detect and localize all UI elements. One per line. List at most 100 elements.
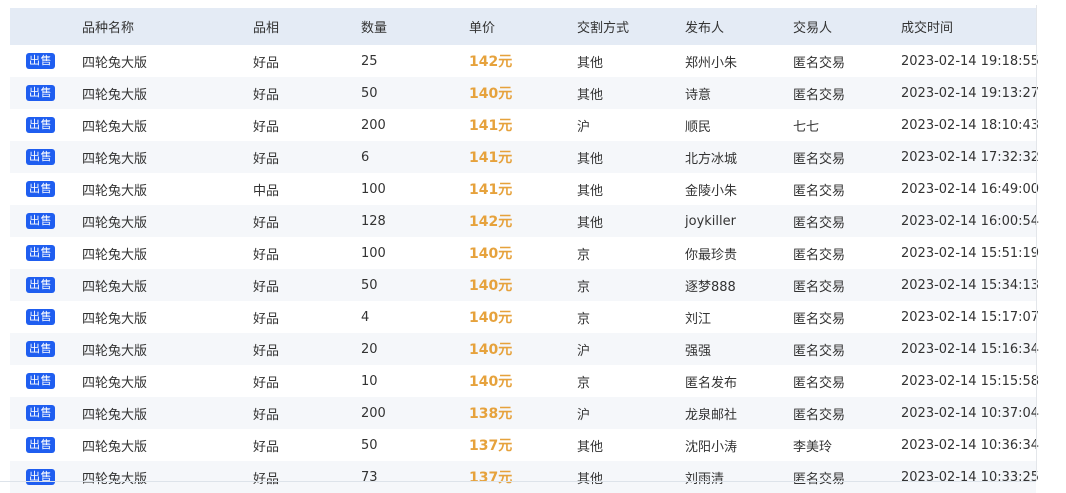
row-delivery: 其他: [577, 439, 604, 455]
row-action: 出售: [26, 77, 55, 109]
row-name: 四轮兔大版: [82, 183, 148, 199]
sell-badge[interactable]: 出售: [26, 405, 55, 421]
row-grade: 好品: [253, 119, 280, 135]
trade-records-table: 品种名称 品相 数量 单价 交割方式 发布人 交易人 成交时间 出售 四轮兔大版好…: [10, 8, 1040, 493]
table-row[interactable]: 出售 四轮兔大版 好品 10 140元 京 匿名发布 匿名交易 2023-02-14 15:15…: [10, 365, 1039, 397]
row-qty: 200: [361, 117, 386, 133]
header-time: 成交时间: [901, 21, 954, 36]
row-delivery: 沪: [577, 407, 591, 423]
row-price: 141元: [469, 118, 513, 134]
row-delivery: 其他: [577, 471, 604, 487]
row-grade: 好品: [253, 343, 280, 359]
sell-badge[interactable]: 出售: [26, 245, 55, 261]
row-action: 出售: [26, 429, 55, 461]
row-delivery: 其他: [577, 183, 604, 199]
sell-badge[interactable]: 出售: [26, 341, 55, 357]
row-trader: 匿名交易: [793, 279, 846, 295]
sell-badge[interactable]: 出售: [26, 53, 55, 69]
row-action: 出售: [26, 461, 55, 493]
row-time: 2023-02-14 19:13:27: [901, 85, 1040, 101]
row-name: 四轮兔大版: [82, 471, 148, 487]
sell-badge[interactable]: 出售: [26, 117, 55, 133]
table-row[interactable]: 出售 四轮兔大版 好品 6 141元 其他 北方冰城 匿名交易 2023-02-14 17:32…: [10, 141, 1039, 173]
sell-badge[interactable]: 出售: [26, 85, 55, 101]
table-row[interactable]: 出售 四轮兔大版 好品 50 137元 其他 沈阳小涛 李美玲 2023-02-14 10:36…: [10, 429, 1040, 461]
sell-badge[interactable]: 出售: [26, 149, 55, 165]
header-publisher: 发布人: [685, 21, 725, 36]
table-row[interactable]: 出售 四轮兔大版 好品 100 140元 京 你最珍贵 匿名交易 2023-02-14 15:5…: [10, 237, 1039, 269]
table-row[interactable]: 出售 四轮兔大版 好品 73 137元 其他 刘雨清 匿名交易 2023-02-14 10:33…: [10, 461, 1040, 493]
header-trader: 交易人: [793, 21, 833, 36]
row-publisher: 金陵小朱: [685, 183, 738, 199]
header-name: 品种名称: [82, 21, 135, 36]
row-trader: 匿名交易: [793, 183, 846, 199]
row-trader: 李美玲: [793, 439, 833, 455]
table-row[interactable]: 出售 四轮兔大版 好品 20 140元 沪 强强 匿名交易 2023-02-14 15:16:3…: [10, 333, 1040, 365]
sell-badge[interactable]: 出售: [26, 277, 55, 293]
row-trader: 匿名交易: [793, 151, 846, 167]
table-row[interactable]: 出售 四轮兔大版 好品 4 140元 京 刘江 匿名交易 2023-02-14 15:17:07: [10, 301, 1039, 333]
row-qty: 200: [361, 405, 386, 421]
row-delivery: 京: [577, 279, 591, 295]
header-qty: 数量: [361, 21, 388, 36]
row-qty: 10: [361, 373, 378, 389]
row-price: 140元: [469, 310, 513, 326]
row-grade: 好品: [253, 55, 280, 71]
sell-badge[interactable]: 出售: [26, 373, 55, 389]
row-trader: 匿名交易: [793, 471, 846, 487]
row-grade: 好品: [253, 151, 280, 167]
row-trader: 匿名交易: [793, 247, 846, 263]
row-grade: 好品: [253, 311, 280, 327]
row-time: 2023-02-14 15:34:13: [901, 277, 1040, 293]
row-name: 四轮兔大版: [82, 87, 148, 103]
row-qty: 20: [361, 341, 378, 357]
row-delivery: 沪: [577, 343, 591, 359]
header-grade: 品相: [253, 21, 280, 36]
row-delivery: 其他: [577, 87, 604, 103]
row-grade: 好品: [253, 87, 280, 103]
table-header: 品种名称 品相 数量 单价 交割方式 发布人 交易人 成交时间: [10, 8, 1036, 45]
row-time: 2023-02-14 16:00:54: [901, 213, 1040, 229]
row-grade: 好品: [253, 407, 280, 423]
table-row[interactable]: 出售 四轮兔大版 好品 200 141元 沪 顺民 七七 2023-02-14 18:10:43: [10, 109, 1039, 141]
scroll-track[interactable]: [1036, 5, 1037, 481]
row-time: 2023-02-14 15:16:34: [901, 341, 1040, 357]
table-row[interactable]: 出售 四轮兔大版 好品 50 140元 其他 诗意 匿名交易 2023-02-14 19:13:…: [10, 77, 1040, 109]
sell-badge[interactable]: 出售: [26, 309, 55, 325]
table-row[interactable]: 出售 四轮兔大版 中品 100 141元 其他 金陵小朱 匿名交易 2023-02-14 16:…: [10, 173, 1039, 205]
row-price: 142元: [469, 54, 513, 70]
row-action: 出售: [26, 109, 55, 141]
table-row[interactable]: 出售 四轮兔大版 好品 50 140元 京 逐梦888 匿名交易 2023-02-14 15:3…: [10, 269, 1040, 301]
sell-badge[interactable]: 出售: [26, 181, 55, 197]
row-delivery: 京: [577, 311, 591, 327]
table-row[interactable]: 出售 四轮兔大版 好品 25 142元 其他 郑州小朱 匿名交易 2023-02-14 19:1…: [10, 45, 1039, 77]
row-publisher: joykiller: [685, 213, 736, 229]
row-trader: 匿名交易: [793, 407, 846, 423]
row-publisher: 刘雨清: [685, 471, 725, 487]
row-delivery: 其他: [577, 55, 604, 71]
divider: [0, 481, 1036, 482]
row-name: 四轮兔大版: [82, 119, 148, 135]
row-grade: 好品: [253, 247, 280, 263]
row-grade: 好品: [253, 375, 280, 391]
row-price: 141元: [469, 150, 513, 166]
row-publisher: 顺民: [685, 119, 712, 135]
row-action: 出售: [26, 141, 55, 173]
row-publisher: 刘江: [685, 311, 712, 327]
row-time: 2023-02-14 10:36:34: [901, 437, 1040, 453]
row-name: 四轮兔大版: [82, 151, 148, 167]
row-name: 四轮兔大版: [82, 247, 148, 263]
row-delivery: 京: [577, 247, 591, 263]
sell-badge[interactable]: 出售: [26, 213, 55, 229]
row-grade: 好品: [253, 439, 280, 455]
table-row[interactable]: 出售 四轮兔大版 好品 200 138元 沪 龙泉邮社 匿名交易 2023-02-14 10:3…: [10, 397, 1039, 429]
sell-badge[interactable]: 出售: [26, 437, 55, 453]
row-publisher: 你最珍贵: [685, 247, 738, 263]
row-time: 2023-02-14 10:33:25: [901, 469, 1040, 485]
row-publisher: 郑州小朱: [685, 55, 738, 71]
row-delivery: 其他: [577, 215, 604, 231]
row-action: 出售: [26, 333, 55, 365]
row-trader: 匿名交易: [793, 375, 846, 391]
row-trader: 匿名交易: [793, 215, 846, 231]
table-row[interactable]: 出售 四轮兔大版 好品 128 142元 其他 joykiller 匿名交易 2023-02-1…: [10, 205, 1040, 237]
